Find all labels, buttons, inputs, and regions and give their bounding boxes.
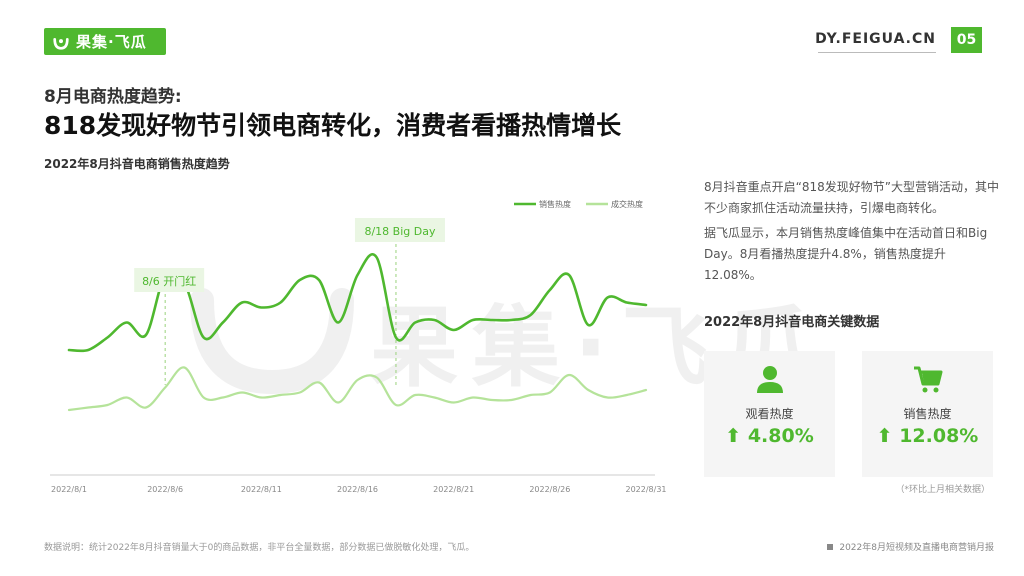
x-tick-label: 2022/8/6 [147,485,183,494]
kpi-value: ⬆ 12.08% [876,425,979,447]
arrow-up-icon: ⬆ [876,425,893,447]
x-tick-label: 2022/8/26 [529,485,570,494]
kpi-note: （*环比上月相关数据） [895,485,990,495]
kpi-label: 销售热度 [903,407,952,421]
data-footnote: 数据说明：统计2022年8月抖音销量大于0的商品数据，非平台全量数据，部分数据已… [44,543,475,553]
description: 8月抖音重点开启“818发现好物节”大型营销活动，其中不少商家抓住活动流量扶持，… [704,177,1000,290]
description-paragraph-2: 据飞瓜显示，本月销售热度峰值集中在活动首日和Big Day。8月看播热度提升4.… [704,226,988,282]
kpi-card-views: 观看热度 ⬆ 4.80% [704,351,835,477]
legend-label: 销售热度 [539,199,571,209]
x-tick-label: 2022/8/31 [625,485,666,494]
report-footer: 2022年8月短视频及直播电商营销月报 [827,540,994,553]
annotation-label: 8/6 开门红 [142,274,196,288]
kpi-value: ⬆ 4.80% [725,425,814,447]
x-tick-label: 2022/8/1 [51,485,87,494]
square-bullet-icon [827,543,834,550]
x-tick-label: 2022/8/11 [241,485,282,494]
report-name: 2022年8月短视频及直播电商营销月报 [839,543,994,553]
shopping-cart-icon [913,366,942,393]
legend-label: 成交热度 [611,199,643,209]
kpi-card-sales: 销售热度 ⬆ 12.08% [862,351,993,477]
kpi-label: 观看热度 [745,407,794,421]
kpi-section-title: 2022年8月抖音电商关键数据 [704,315,880,330]
x-tick-label: 2022/8/16 [337,485,378,494]
person-icon [756,366,783,393]
description-paragraph-1: 8月抖音重点开启“818发现好物节”大型营销活动，其中不少商家抓住活动流量扶持，… [704,180,999,215]
x-tick-label: 2022/8/21 [433,485,474,494]
watermark-logo-icon [190,288,354,395]
annotation-label: 8/18 Big Day [364,225,435,238]
arrow-up-icon: ⬆ [725,425,742,447]
